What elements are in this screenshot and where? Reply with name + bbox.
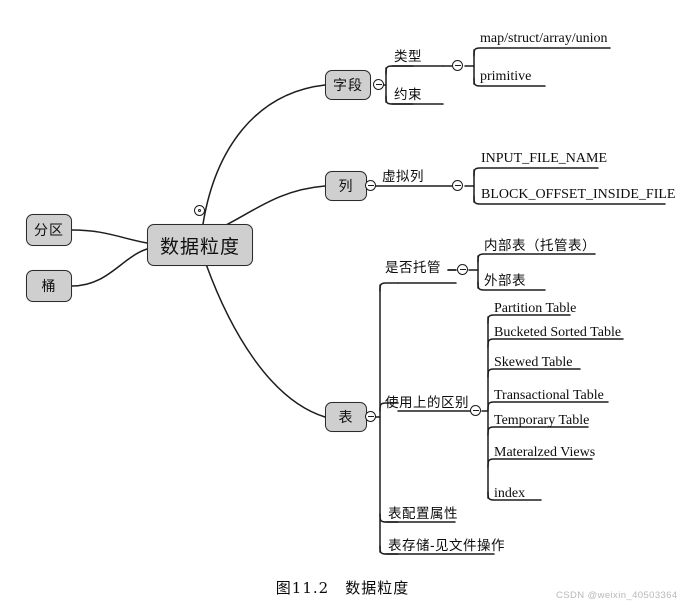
leaf-label-external-table[interactable]: 外部表 bbox=[484, 273, 526, 289]
branch-node-column-label: 列 bbox=[338, 179, 354, 195]
temporary-table-text: Temporary Table bbox=[494, 413, 590, 428]
figure-caption-number: 图11.2 bbox=[275, 579, 330, 597]
branch-node-bucket-label: 桶 bbox=[41, 279, 57, 295]
root-node-label: 数据粒度 bbox=[159, 235, 240, 258]
root-collapse-toggle[interactable] bbox=[194, 205, 205, 216]
primitive-text: primitive bbox=[480, 69, 532, 84]
branch-node-field[interactable]: 字段 bbox=[325, 70, 371, 100]
leaf-label-transactional-table[interactable]: Transactional Table bbox=[494, 389, 604, 403]
table-storage-text: 表存储-见文件操作 bbox=[388, 538, 506, 554]
leaf-label-table-storage[interactable]: 表存储-见文件操作 bbox=[388, 538, 506, 554]
leaf-label-skewed-table[interactable]: Skewed Table bbox=[494, 356, 572, 370]
leaf-label-partition-table[interactable]: Partition Table bbox=[494, 302, 576, 316]
branch-node-partition-label: 分区 bbox=[34, 223, 64, 239]
index-text: index bbox=[494, 486, 526, 501]
external-table-text: 外部表 bbox=[484, 273, 526, 289]
figure-caption-title: 数据粒度 bbox=[345, 579, 410, 597]
managed-collapse-toggle[interactable] bbox=[457, 264, 468, 275]
leaf-label-internal-table[interactable]: 内部表（托管表） bbox=[484, 238, 596, 254]
materialized-views-text: Materalzed Views bbox=[494, 445, 596, 460]
type-collapse-toggle[interactable] bbox=[452, 60, 463, 71]
branch-node-partition[interactable]: 分区 bbox=[26, 214, 72, 246]
leaf-label-primitive[interactable]: primitive bbox=[480, 70, 531, 84]
leaf-label-index[interactable]: index bbox=[494, 487, 525, 501]
bucketed-sorted-table-text: Bucketed Sorted Table bbox=[494, 325, 622, 340]
branch-node-column[interactable]: 列 bbox=[325, 171, 367, 201]
usage-difference-collapse-toggle[interactable] bbox=[470, 405, 481, 416]
table-collapse-toggle[interactable] bbox=[365, 411, 376, 422]
partition-table-text: Partition Table bbox=[494, 301, 577, 316]
mindmap-figure: 数据粒度 分区 桶 字段 列 表 类型 约束 map/struct/array/… bbox=[0, 0, 685, 610]
leaf-label-temporary-table[interactable]: Temporary Table bbox=[494, 414, 589, 428]
node-label-usage-difference[interactable]: 使用上的区别 bbox=[385, 395, 469, 411]
internal-table-text: 内部表（托管表） bbox=[484, 238, 596, 254]
node-label-virtual-column[interactable]: 虚拟列 bbox=[382, 169, 424, 185]
branch-node-table-label: 表 bbox=[338, 410, 354, 426]
leaf-label-table-config-props[interactable]: 表配置属性 bbox=[388, 506, 458, 522]
virtual-column-text: 虚拟列 bbox=[382, 169, 424, 185]
field-collapse-toggle[interactable] bbox=[373, 79, 384, 90]
node-label-constraint[interactable]: 约束 bbox=[394, 87, 422, 103]
branch-node-table[interactable]: 表 bbox=[325, 402, 367, 432]
leaf-label-input-file-name[interactable]: INPUT_FILE_NAME bbox=[481, 152, 607, 166]
leaf-label-bucketed-sorted-table[interactable]: Bucketed Sorted Table bbox=[494, 326, 621, 340]
branch-node-bucket[interactable]: 桶 bbox=[26, 270, 72, 302]
block-offset-text: BLOCK_OFFSET_INSIDE_FILE bbox=[481, 187, 676, 202]
skewed-table-text: Skewed Table bbox=[494, 355, 573, 370]
branch-node-field-label: 字段 bbox=[333, 78, 363, 94]
leaf-label-block-offset[interactable]: BLOCK_OFFSET_INSIDE_FILE bbox=[481, 188, 675, 202]
node-label-managed-or-not[interactable]: 是否托管 bbox=[385, 260, 441, 276]
transactional-table-text: Transactional Table bbox=[494, 388, 604, 403]
managed-or-not-text: 是否托管 bbox=[385, 260, 441, 276]
leaf-label-complex-types[interactable]: map/struct/array/union bbox=[480, 32, 608, 46]
input-file-name-text: INPUT_FILE_NAME bbox=[481, 151, 607, 166]
type-text: 类型 bbox=[394, 49, 422, 65]
virtual-column-collapse-toggle[interactable] bbox=[452, 180, 463, 191]
csdn-watermark: CSDN @weixin_40503364 bbox=[556, 590, 678, 601]
leaf-label-materialized-views[interactable]: Materalzed Views bbox=[494, 446, 595, 460]
root-node[interactable]: 数据粒度 bbox=[147, 224, 253, 266]
column-collapse-toggle[interactable] bbox=[365, 180, 376, 191]
usage-difference-text: 使用上的区别 bbox=[385, 395, 469, 411]
table-config-props-text: 表配置属性 bbox=[388, 506, 458, 522]
watermark-text: CSDN @weixin_40503364 bbox=[556, 590, 678, 601]
node-label-type[interactable]: 类型 bbox=[394, 49, 422, 65]
constraint-text: 约束 bbox=[394, 87, 422, 103]
complex-types-text: map/struct/array/union bbox=[480, 31, 608, 46]
